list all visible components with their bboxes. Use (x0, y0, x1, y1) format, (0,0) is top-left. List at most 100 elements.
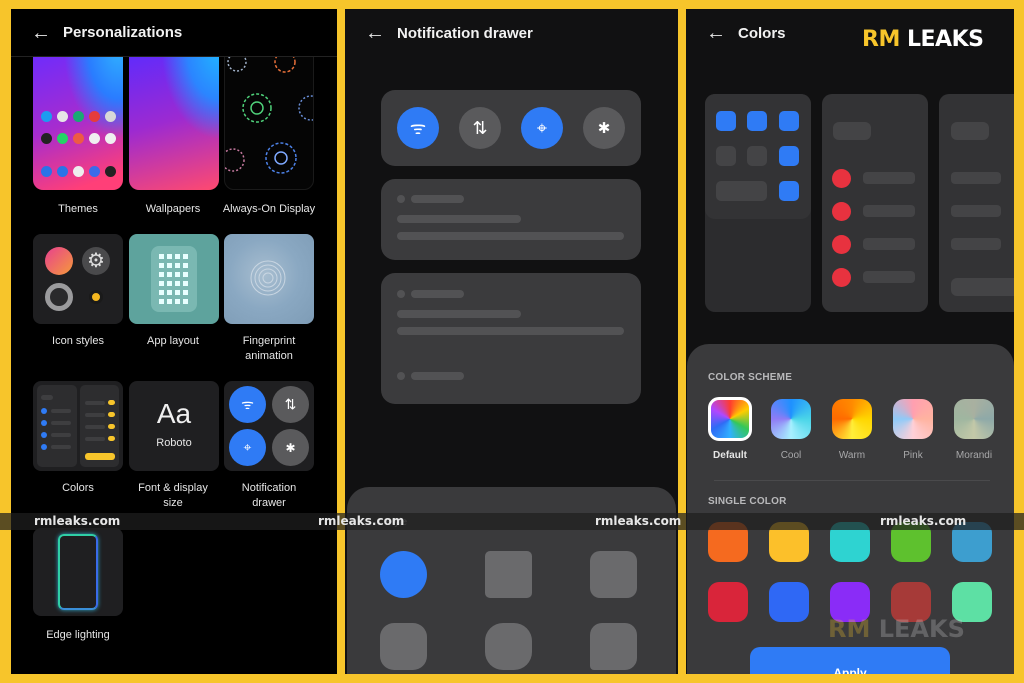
rm-leaks-logo: RM LEAKS (862, 27, 984, 52)
scheme-warm-label: Warm (838, 450, 866, 461)
logo-leaks: LEAKS (899, 27, 984, 52)
fingerprint-animation-tile[interactable] (224, 234, 314, 324)
preview-bar (833, 122, 871, 140)
apply-button[interactable]: Apply (750, 647, 950, 674)
shape-option-square[interactable] (485, 551, 532, 598)
scheme-pink-swatch[interactable] (893, 399, 933, 439)
preview-dot (41, 420, 47, 426)
app-layout-tile[interactable] (129, 234, 219, 324)
placeholder-bar (411, 372, 464, 380)
header: ← Notification drawer (345, 9, 678, 57)
wifi-toggle[interactable]: ᯤ (397, 107, 439, 149)
grid-dots (159, 254, 188, 304)
preview-card-list (822, 94, 928, 312)
scheme-pink-label: Pink (903, 450, 923, 461)
layout-grid-icon (151, 246, 197, 312)
app-dot (397, 195, 405, 203)
font-display-size-tile[interactable]: Aa Roboto (129, 381, 219, 471)
preview-bar (951, 205, 1001, 217)
icon-styles-label: Icon styles (52, 335, 104, 347)
wallpapers-label: Wallpapers (145, 203, 201, 215)
shape-option-squircle[interactable] (380, 623, 427, 670)
preview-bar (51, 445, 71, 449)
fingerprint-label-2: animation (245, 350, 293, 362)
always-on-display-tile[interactable] (224, 49, 314, 190)
scheme-default-swatch[interactable] (708, 397, 752, 441)
logo-rm: RM (828, 615, 871, 643)
font-display-label-2: size (163, 497, 183, 509)
app-icon (73, 166, 84, 177)
edge-lighting-tile[interactable] (33, 528, 123, 616)
preview-toggle (108, 412, 115, 417)
always-on-display-label: Always-On Display (222, 203, 316, 215)
quick-settings-preview: ᯤ ⇅ ⌖ ✱ (381, 90, 641, 166)
wifi-icon: ᯤ (409, 118, 427, 138)
app-icon (105, 166, 116, 177)
preview-radio (832, 235, 851, 254)
scheme-morandi-label: Morandi (955, 450, 993, 461)
app-icon (57, 111, 68, 122)
app-icon (89, 166, 100, 177)
notification-card-preview (381, 179, 641, 260)
icon-styles-tile[interactable]: ⚙ (33, 234, 123, 324)
preview-tile (716, 181, 767, 201)
preview-bar (863, 172, 915, 184)
app-icon (41, 166, 52, 177)
location-icon: ⌖ (229, 429, 266, 466)
home-screen-preview (33, 49, 123, 190)
camera-icon (45, 283, 73, 311)
app-icon (41, 133, 52, 144)
shape-option-leaf[interactable] (590, 623, 637, 670)
bluetooth-toggle[interactable]: ✱ (583, 107, 625, 149)
preview-radio (832, 202, 851, 221)
scheme-cool-swatch[interactable] (771, 399, 811, 439)
header: ← Personalizations (11, 9, 337, 57)
preview-bar (951, 238, 1001, 250)
logo-rm: RM (862, 27, 900, 52)
preview-quick-tiles (705, 94, 811, 219)
app-icon (89, 133, 100, 144)
themes-label: Themes (58, 203, 98, 215)
app-icon (105, 133, 116, 144)
scheme-default-label: Default (713, 450, 747, 461)
preview-bar (85, 413, 105, 417)
notification-group-preview (381, 273, 641, 404)
back-button[interactable]: ← (365, 23, 397, 43)
preview-radio (832, 268, 851, 287)
colors-tile[interactable] (33, 381, 123, 471)
preview-bar (85, 437, 105, 441)
shape-option-pebble[interactable] (485, 623, 532, 670)
app-icon (57, 166, 68, 177)
mobile-data-toggle[interactable]: ⇅ (459, 107, 501, 149)
page-title: Notification drawer (397, 24, 533, 42)
preview-bar (41, 395, 53, 400)
preview-button (951, 278, 1014, 296)
preview-tile (747, 146, 767, 166)
preview-bar (51, 433, 71, 437)
wallpapers-tile[interactable] (129, 49, 219, 190)
watermark-text: rmleaks.com (880, 514, 967, 528)
placeholder-bar (397, 232, 624, 240)
shape-option-rounded[interactable] (590, 551, 637, 598)
scheme-morandi-swatch[interactable] (954, 399, 994, 439)
scheme-warm-swatch[interactable] (832, 399, 872, 439)
location-toggle[interactable]: ⌖ (521, 107, 563, 149)
app-icon (73, 111, 84, 122)
placeholder-bar (411, 195, 464, 203)
preview-bar (51, 421, 71, 425)
preview-card-icons (705, 94, 811, 312)
scheme-cool-label: Cool (780, 450, 802, 461)
single-color-swatch[interactable] (708, 582, 748, 622)
back-button[interactable]: ← (706, 23, 738, 43)
placeholder-bar (411, 290, 464, 298)
watermark-strip (0, 513, 1024, 530)
preview-dot (41, 408, 47, 414)
single-color-swatch[interactable] (769, 582, 809, 622)
back-button[interactable]: ← (31, 23, 63, 43)
preview-bar (863, 238, 915, 250)
shape-option-circle[interactable] (380, 551, 427, 598)
preview-tile (779, 111, 799, 131)
app-dot (397, 290, 405, 298)
themes-tile[interactable] (33, 49, 123, 190)
notification-drawer-tile[interactable]: ᯤ ⇅ ⌖ ✱ (224, 381, 314, 471)
